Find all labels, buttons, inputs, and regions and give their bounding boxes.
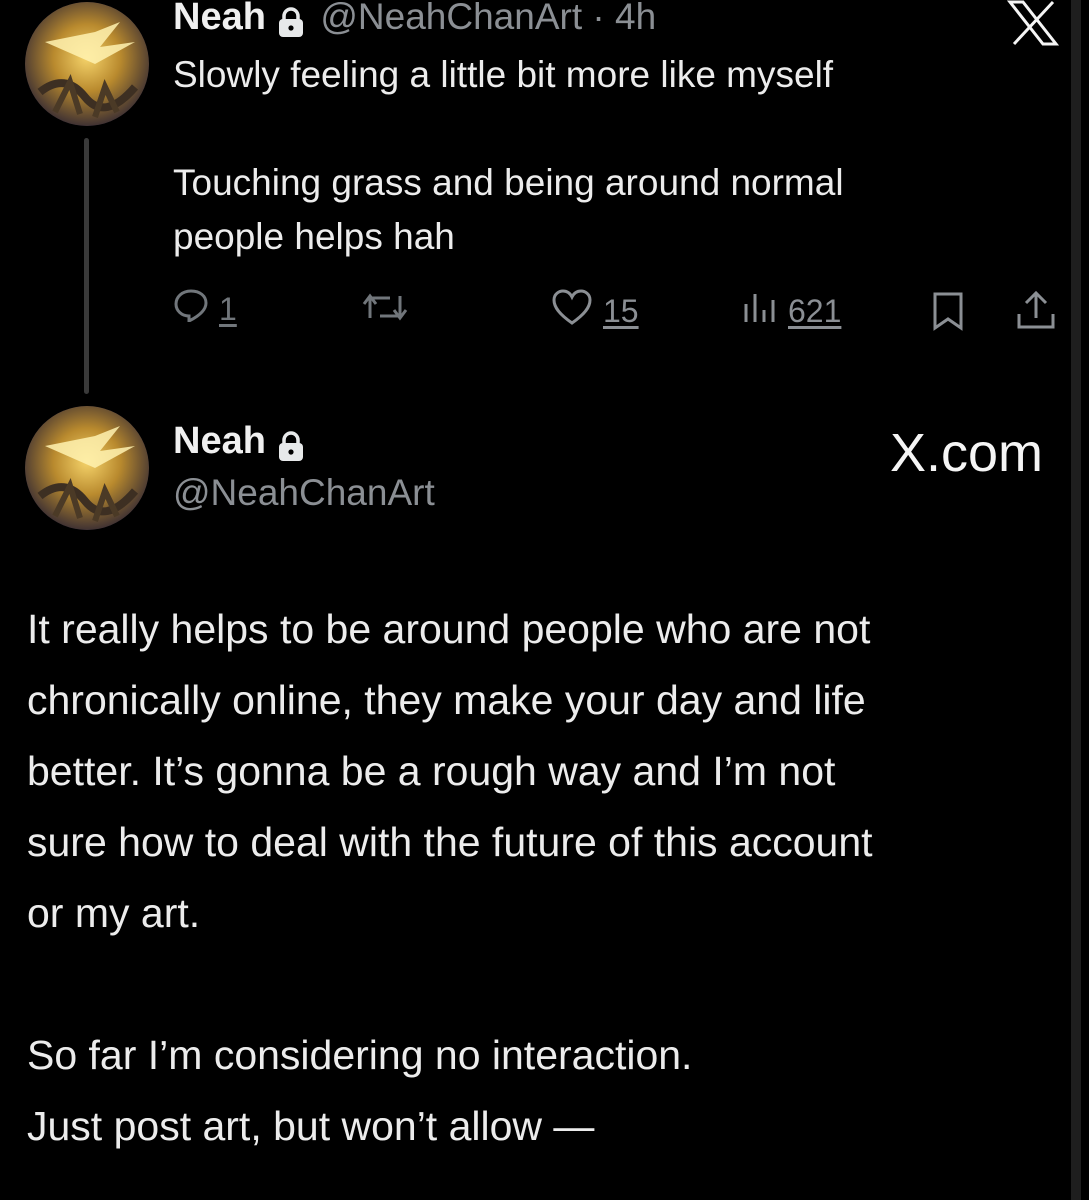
tweet-header: Neah @NeahChanArt · 4h — [173, 0, 656, 43]
tweet-body: It really helps to be around people who … — [27, 594, 1067, 1162]
lock-icon — [276, 430, 306, 467]
like-button[interactable]: 15 — [551, 288, 639, 334]
bookmark-button[interactable] — [929, 291, 967, 336]
views-icon — [742, 290, 778, 332]
tweet-line: Slowly feeling a little bit more like my… — [173, 54, 834, 95]
x-logo-icon[interactable] — [1006, 0, 1060, 51]
views-button[interactable]: 621 — [742, 290, 841, 332]
handle[interactable]: @NeahChanArt — [173, 472, 435, 514]
retweet-icon — [360, 290, 410, 332]
tweet-body: Slowly feeling a little bit more like my… — [173, 48, 1053, 264]
like-count: 15 — [603, 292, 639, 329]
reply-icon — [173, 288, 209, 330]
lock-icon — [276, 6, 306, 43]
brand-label: X.com — [889, 423, 1043, 483]
reply-button[interactable]: 1 — [173, 288, 237, 330]
reply-count: 1 — [219, 290, 237, 327]
display-name[interactable]: Neah — [173, 0, 266, 38]
avatar[interactable] — [25, 406, 149, 530]
tweet-line: It really helps to be around people who … — [27, 606, 871, 652]
heart-icon — [551, 288, 593, 334]
tweet-line: people helps hah — [173, 216, 455, 257]
tweet-line: chronically online, they make your day a… — [27, 677, 866, 723]
tweet-line: So far I’m considering no interaction. — [27, 1032, 693, 1078]
avatar[interactable] — [25, 2, 149, 126]
tweet-line: sure how to deal with the future of this… — [27, 819, 873, 865]
views-count: 621 — [788, 292, 842, 329]
tweet-line: or my art. — [27, 890, 201, 936]
retweet-button[interactable] — [360, 290, 410, 332]
bookmark-icon — [929, 292, 967, 335]
thread-line — [84, 138, 89, 394]
share-button[interactable] — [1015, 288, 1057, 337]
timestamp[interactable]: 4h — [615, 0, 656, 37]
tweet-line: better. It’s gonna be a rough way and I’… — [27, 748, 836, 794]
handle[interactable]: @NeahChanArt — [320, 0, 582, 37]
share-icon — [1015, 290, 1057, 336]
tweet-header: Neah — [173, 420, 306, 467]
scrollbar[interactable] — [1071, 0, 1081, 1200]
display-name[interactable]: Neah — [173, 420, 266, 462]
tweet-line: Touching grass and being around normal — [173, 162, 844, 203]
tweet-line: Just post art, but won’t allow — — [27, 1103, 595, 1149]
